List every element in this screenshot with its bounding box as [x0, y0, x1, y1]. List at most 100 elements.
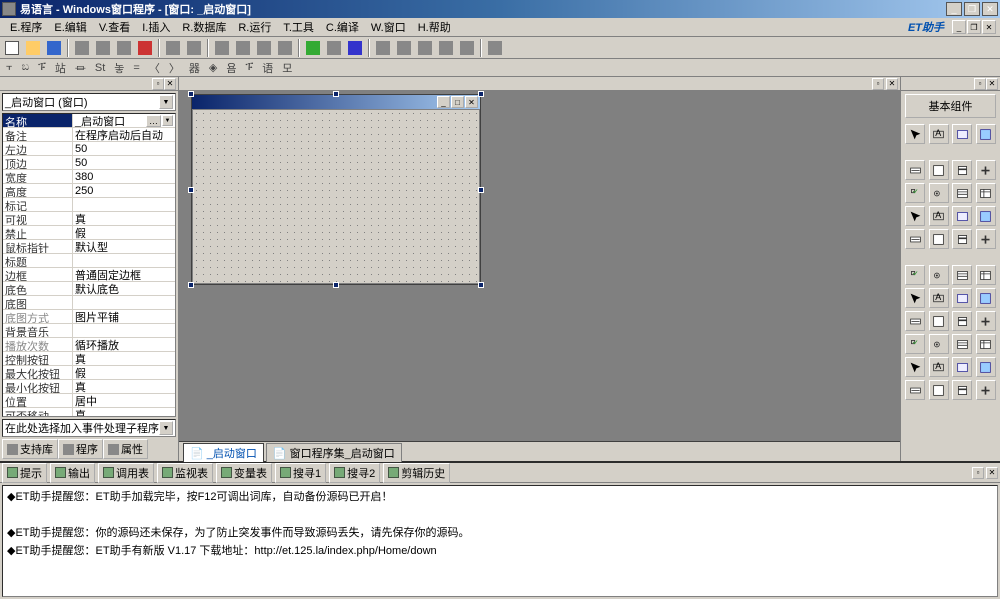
prop-row-边框[interactable]: 边框普通固定边框: [3, 268, 175, 282]
pin-icon[interactable]: ▫: [972, 467, 984, 479]
tool-item-20[interactable]: [905, 265, 925, 285]
prop-row-底图方式[interactable]: 底图方式图片平铺: [3, 310, 175, 324]
tool-item-14[interactable]: [952, 206, 972, 226]
resize-handle[interactable]: [478, 187, 484, 193]
tb-find[interactable]: [485, 38, 505, 58]
form-client-area[interactable]: [192, 109, 480, 284]
browse-button[interactable]: …: [146, 115, 161, 127]
prop-value-cell[interactable]: 默认型: [73, 240, 175, 253]
tool-item-30[interactable]: [952, 311, 972, 331]
restore-button[interactable]: ❐: [964, 2, 980, 16]
menu-window[interactable]: W.窗口: [365, 18, 412, 36]
panel-close-button[interactable]: ✕: [986, 467, 998, 479]
prop-value-cell[interactable]: 真: [73, 352, 175, 365]
menu-run[interactable]: R.运行: [232, 18, 277, 36]
tab-startup-window[interactable]: 📄 _启动窗口: [183, 443, 264, 462]
tool-item-37[interactable]: A: [929, 357, 949, 377]
prop-value-cell[interactable]: 真: [73, 408, 175, 417]
tb-pause[interactable]: [324, 38, 344, 58]
tool-item-33[interactable]: [929, 334, 949, 354]
prop-value-cell[interactable]: 250: [73, 184, 175, 197]
prop-row-名称[interactable]: 名称_启动窗口…▼: [3, 114, 175, 128]
tool-item-25[interactable]: A: [929, 288, 949, 308]
tool-item-43[interactable]: [976, 380, 996, 400]
tool-item-22[interactable]: [952, 265, 972, 285]
al-13[interactable]: ፑ: [241, 60, 257, 75]
tool-item-7[interactable]: [976, 160, 996, 180]
pin-icon[interactable]: ▫: [974, 78, 986, 90]
tb-d1[interactable]: [373, 38, 393, 58]
tool-item-1[interactable]: A: [929, 124, 949, 144]
al-6[interactable]: 놓: [110, 59, 128, 77]
prop-value-cell[interactable]: 默认底色: [73, 282, 175, 295]
tool-item-32[interactable]: [905, 334, 925, 354]
tool-item-24[interactable]: [905, 288, 925, 308]
prop-row-标记[interactable]: 标记: [3, 198, 175, 212]
prop-value-cell[interactable]: 50: [73, 142, 175, 155]
tool-item-3[interactable]: [976, 124, 996, 144]
prop-value-cell[interactable]: 50: [73, 156, 175, 169]
tool-item-6[interactable]: [952, 160, 972, 180]
doc-close-button[interactable]: ✕: [982, 20, 996, 34]
form-min-button[interactable]: _: [437, 96, 450, 108]
tool-item-40[interactable]: [905, 380, 925, 400]
tb-d2[interactable]: [394, 38, 414, 58]
tool-item-9[interactable]: [929, 183, 949, 203]
prop-row-底色[interactable]: 底色默认底色: [3, 282, 175, 296]
tab-watch[interactable]: 监视表: [157, 463, 213, 483]
menu-insert[interactable]: I.插入: [136, 18, 176, 36]
tool-item-31[interactable]: [976, 311, 996, 331]
dropdown-arrow-icon[interactable]: ▼: [159, 95, 173, 109]
prop-value-cell[interactable]: [73, 296, 175, 309]
center-close-button[interactable]: ✕: [886, 78, 898, 90]
tool-item-29[interactable]: [929, 311, 949, 331]
resize-handle[interactable]: [333, 282, 339, 288]
prop-value-cell[interactable]: 普通固定边框: [73, 268, 175, 281]
tool-item-38[interactable]: [952, 357, 972, 377]
prop-row-控制按钮[interactable]: 控制按钮真: [3, 352, 175, 366]
doc-min-button[interactable]: _: [952, 20, 966, 34]
tb-layout3[interactable]: [254, 38, 274, 58]
tb-layout4[interactable]: [275, 38, 295, 58]
tb-run[interactable]: [303, 38, 323, 58]
tool-item-8[interactable]: [905, 183, 925, 203]
tab-program[interactable]: 程序: [58, 439, 103, 459]
tool-item-42[interactable]: [952, 380, 972, 400]
tab-hint[interactable]: 提示: [2, 463, 47, 483]
al-3[interactable]: 站: [51, 59, 70, 77]
close-button[interactable]: ✕: [982, 2, 998, 16]
prop-row-底图[interactable]: 底图: [3, 296, 175, 310]
prop-row-背景音乐[interactable]: 背景音乐: [3, 324, 175, 338]
tb-d5[interactable]: [457, 38, 477, 58]
event-selector[interactable]: 在此处选择加入事件处理子程序 ▼: [2, 419, 176, 437]
tb-open[interactable]: [23, 38, 43, 58]
tool-item-4[interactable]: [905, 160, 925, 180]
pin-icon[interactable]: ▫: [152, 78, 164, 90]
tb-copy[interactable]: [93, 38, 113, 58]
prop-row-顶边[interactable]: 顶边50: [3, 156, 175, 170]
prop-row-备注[interactable]: 备注在程序启动后自动: [3, 128, 175, 142]
tab-support-lib[interactable]: 支持库: [2, 439, 58, 459]
al-12[interactable]: 욤: [222, 59, 240, 77]
menu-edit[interactable]: E.编辑: [48, 18, 92, 36]
tab-properties[interactable]: 属性: [103, 439, 148, 459]
prop-value-cell[interactable]: 居中: [73, 394, 175, 407]
tb-paste[interactable]: [114, 38, 134, 58]
al-9[interactable]: 〉: [165, 59, 184, 77]
tool-item-10[interactable]: [952, 183, 972, 203]
tool-item-23[interactable]: [976, 265, 996, 285]
al-2[interactable]: ፑ: [34, 60, 50, 75]
tb-d4[interactable]: [436, 38, 456, 58]
menu-tools[interactable]: T.工具: [277, 18, 320, 36]
prop-value-cell[interactable]: 在程序启动后自动: [73, 128, 175, 141]
output-text[interactable]: ◆ET助手提醒您：ET助手加载完毕，按F12可调出词库，自动备份源码已开启！ ◆…: [2, 485, 998, 597]
al-8[interactable]: 〈: [145, 59, 164, 77]
prop-row-位置[interactable]: 位置居中: [3, 394, 175, 408]
tool-item-18[interactable]: [952, 229, 972, 249]
prop-value-cell[interactable]: 假: [73, 226, 175, 239]
menu-database[interactable]: R.数据库: [176, 18, 232, 36]
tool-item-19[interactable]: [976, 229, 996, 249]
al-5[interactable]: St: [91, 61, 109, 75]
prop-row-标题[interactable]: 标题: [3, 254, 175, 268]
prop-value-cell[interactable]: 图片平铺: [73, 310, 175, 323]
